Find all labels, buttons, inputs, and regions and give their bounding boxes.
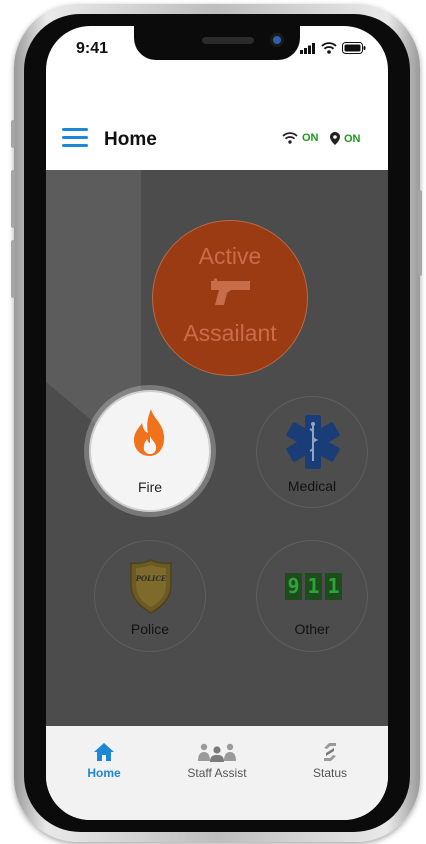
phone-volume-up [11,170,15,228]
fire-label: Fire [137,479,163,495]
app-header: Home ON ON [46,112,388,170]
location-on-text: ON [344,132,361,145]
medical-button[interactable]: Medical [256,396,368,508]
fire-icon [134,409,165,456]
nav-staff-assist[interactable]: Staff Assist [162,740,272,780]
home-icon [94,743,114,761]
page-title: Home [104,129,157,150]
nav-home[interactable]: Home [49,740,159,780]
active-assailant-label-line1: Active [198,243,262,269]
nav-status-label: Status [312,766,348,780]
active-assailant-label-line2: Assailant [183,320,277,346]
wifi-on-text: ON [302,132,319,144]
digit-one: 1 [305,573,322,600]
nav-staff-assist-label: Staff Assist [187,766,247,780]
digit-nine: 9 [285,573,302,600]
phone-mute-switch [11,120,15,148]
nav-status[interactable]: Status [275,740,385,780]
wifi-indicator: ON [282,132,319,144]
bottom-nav: Home Staff Assist Status [46,726,388,820]
staff-group-icon [198,743,236,762]
status-icons [300,42,366,54]
active-assailant-button[interactable]: Active Assailant [152,220,308,376]
wifi-icon [282,132,298,144]
battery-icon [342,42,366,54]
menu-icon[interactable] [62,128,88,148]
police-label: Police [130,621,170,637]
star-of-life-icon [286,415,340,469]
phone-volume-down [11,240,15,298]
status-icon [324,743,336,761]
status-time: 9:41 [76,40,109,57]
police-badge-text: POLICE [135,574,167,583]
gun-icon [211,278,250,305]
front-camera [270,33,284,47]
medical-label: Medical [287,478,337,494]
digit-one-second: 1 [325,573,342,600]
phone-power-button [418,190,422,276]
nav-home-label: Home [87,766,121,780]
location-indicator: ON [330,132,361,145]
fire-button[interactable]: Fire [89,390,211,512]
phone-screen: 9:41 Home ON ON Active Assailant Medical… [46,26,388,820]
other-label: Other [294,621,330,637]
police-button[interactable]: POLICE Police [94,540,206,652]
notch [134,26,300,60]
speaker-grille [202,37,254,44]
emergency-panel: Active Assailant Medical POLICE Police 9… [46,170,388,726]
other-button[interactable]: 9 1 1 Other [256,540,368,652]
signal-icon [300,42,315,54]
police-badge-icon: POLICE [130,559,172,614]
nine-one-one-icon: 9 1 1 [285,573,342,600]
location-pin-icon [330,132,340,145]
wifi-status-icon [321,42,337,54]
